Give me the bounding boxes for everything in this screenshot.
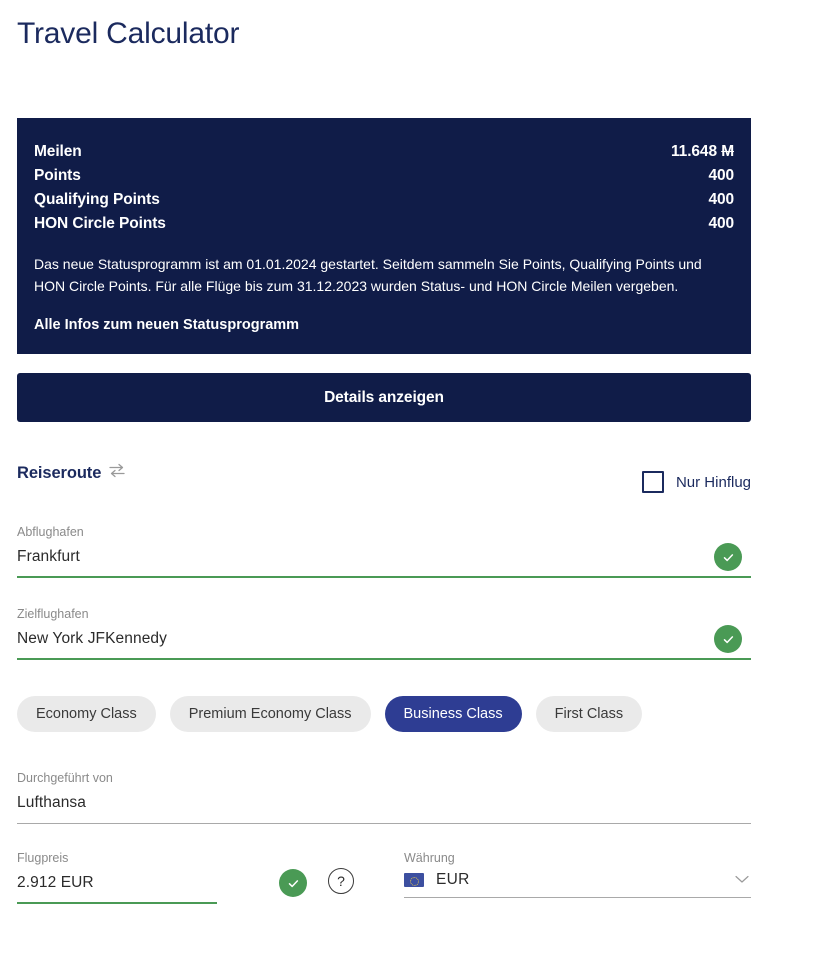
stat-value: 11.648 M (671, 140, 734, 164)
operator-value-row (17, 791, 751, 815)
stat-value: 400 (708, 215, 734, 232)
travel-class-option-economy[interactable]: Economy Class (17, 696, 156, 732)
destination-airport-field: Zielflughafen (17, 606, 751, 660)
stat-label: HON Circle Points (34, 215, 166, 232)
page-title: Travel Calculator (17, 17, 240, 50)
stat-value: 400 (708, 167, 734, 184)
currency-underline (404, 897, 751, 898)
destination-valid-check-icon (714, 625, 742, 653)
stat-label: Qualifying Points (34, 191, 160, 208)
route-heading-label: Reiseroute (17, 463, 102, 482)
departure-airport-input[interactable] (17, 545, 751, 569)
stat-label: Points (34, 167, 81, 184)
operator-label: Durchgeführt von (17, 771, 113, 785)
swap-arrows-icon[interactable] (109, 463, 125, 483)
stat-row-points: Points 400 (34, 164, 734, 188)
currency-value: EUR (436, 871, 470, 888)
fare-price-underline (17, 902, 217, 904)
status-program-info-link[interactable]: Alle Infos zum neuen Statusprogramm (34, 317, 299, 333)
stat-value: 400 (708, 191, 734, 208)
destination-airport-value-row (17, 625, 751, 653)
stat-row-meilen: Meilen 11.648 M (34, 140, 734, 164)
show-details-button[interactable]: Details anzeigen (17, 373, 751, 422)
oneway-checkbox-row[interactable]: Nur Hinflug (641, 471, 751, 493)
travel-class-option-premium-economy[interactable]: Premium Economy Class (169, 696, 371, 732)
departure-airport-underline (17, 576, 751, 578)
fare-price-label: Flugpreis (17, 851, 69, 865)
departure-valid-check-icon (714, 543, 742, 571)
route-heading: Reiseroute (17, 463, 125, 483)
travel-class-options: Economy Class Premium Economy Class Busi… (17, 696, 643, 732)
status-program-description: Das neue Statusprogramm ist am 01.01.202… (34, 256, 702, 294)
destination-airport-input[interactable] (17, 627, 751, 651)
operator-input[interactable] (17, 791, 751, 815)
destination-airport-underline (17, 658, 751, 660)
operator-underline (17, 823, 751, 824)
oneway-checkbox-label: Nur Hinflug (675, 473, 751, 491)
operator-field: Durchgeführt von (17, 770, 751, 824)
stat-value-unit: M (721, 143, 734, 160)
currency-label: Währung (404, 851, 455, 865)
currency-value-row[interactable]: EUR (404, 871, 751, 889)
eu-flag-icon (404, 873, 424, 887)
help-icon[interactable]: ? (328, 868, 354, 894)
status-summary-card: Meilen 11.648 M Points 400 Qualifying Po… (17, 118, 751, 354)
stat-label: Meilen (34, 143, 82, 160)
fare-price-input[interactable] (17, 871, 317, 895)
departure-airport-field: Abflughafen (17, 524, 751, 578)
oneway-checkbox[interactable] (641, 471, 664, 493)
fare-price-value-row (17, 869, 317, 897)
travel-class-option-first[interactable]: First Class (535, 696, 643, 732)
chevron-down-icon[interactable] (735, 871, 749, 889)
fare-price-field: Flugpreis (17, 850, 317, 904)
stat-row-hon-circle-points: HON Circle Points 400 (34, 212, 734, 236)
departure-airport-label: Abflughafen (17, 525, 84, 539)
travel-class-option-business[interactable]: Business Class (384, 696, 522, 732)
currency-field: Währung EUR (404, 850, 751, 898)
stat-value-number: 11.648 (671, 143, 717, 160)
travel-calculator-page: Travel Calculator Meilen 11.648 M Points… (0, 0, 814, 980)
destination-airport-label: Zielflughafen (17, 607, 89, 621)
departure-airport-value-row (17, 543, 751, 571)
stat-row-qualifying-points: Qualifying Points 400 (34, 188, 734, 212)
fare-valid-check-icon (279, 869, 307, 897)
